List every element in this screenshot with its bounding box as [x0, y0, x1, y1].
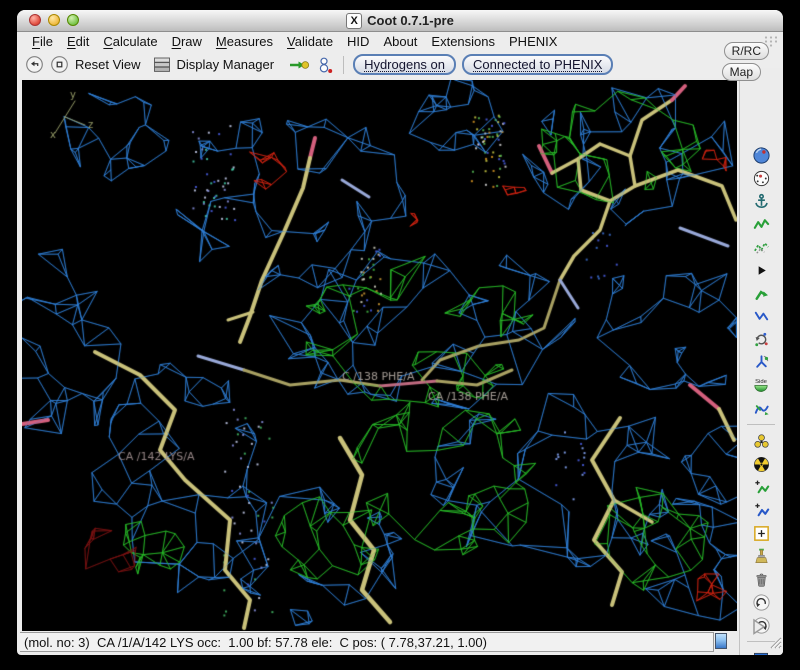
simple-mutate-icon[interactable] [748, 453, 774, 475]
delete-item-icon[interactable] [748, 568, 774, 590]
menu-phenix[interactable]: PHENIX [502, 34, 564, 49]
auto-fit-rotamer-icon[interactable] [748, 236, 774, 258]
recenter-icon[interactable] [50, 55, 69, 74]
statusbar: (mol. no: 3) CA /1/A/142 LYS occ: 1.00 b… [20, 632, 714, 652]
rotate-translate-icon[interactable] [748, 213, 774, 235]
side-chain-flip-icon[interactable]: Side [748, 374, 774, 396]
mutate-autofit-icon[interactable] [748, 430, 774, 452]
menu-measures[interactable]: Measures [209, 34, 280, 49]
display-manager-icon[interactable] [153, 57, 171, 73]
titlebar[interactable]: X Coot 0.7.1-pre [17, 10, 783, 32]
close-button[interactable] [29, 14, 41, 26]
flip-peptide-icon[interactable] [748, 328, 774, 350]
edit-chi-angles-icon[interactable] [748, 282, 774, 304]
menu-about[interactable]: About [376, 34, 424, 49]
menu-hid[interactable]: HID [340, 34, 376, 49]
menubar: FileEditCalculateDrawMeasuresValidateHID… [17, 32, 783, 51]
hydrogens-toggle-button[interactable]: Hydrogens on [353, 54, 456, 75]
toolbar-separator [343, 56, 344, 74]
menu-file[interactable]: File [25, 34, 60, 49]
add-alt-conf-icon[interactable] [748, 499, 774, 521]
model-toolbar-strip: Side [739, 68, 783, 655]
status-blue-widget[interactable] [715, 633, 727, 649]
menu-calculate[interactable]: Calculate [96, 34, 164, 49]
menu-extensions[interactable]: Extensions [424, 34, 502, 49]
toolbar-separator [747, 424, 775, 425]
regularize-zone-icon[interactable] [748, 167, 774, 189]
resize-grip[interactable] [767, 634, 782, 654]
model-toolbar: Side [740, 144, 782, 655]
molecular-viewport[interactable] [22, 80, 737, 631]
reset-view-button[interactable]: Reset View [75, 57, 141, 72]
place-atom-icon[interactable] [748, 522, 774, 544]
add-terminal-residue-icon[interactable] [748, 476, 774, 498]
svg-text:Side: Side [755, 379, 767, 385]
clear-picks-icon[interactable] [748, 545, 774, 567]
menu-validate[interactable]: Validate [280, 34, 340, 49]
menu-draw[interactable]: Draw [165, 34, 209, 49]
zoom-button[interactable] [67, 14, 79, 26]
edit-backbone-torsions-icon[interactable] [748, 397, 774, 419]
rigid-body-fit-icon[interactable] [748, 190, 774, 212]
rotamers-icon[interactable] [748, 259, 774, 281]
map-button[interactable]: Map [722, 63, 761, 81]
phenix-connection-button[interactable]: Connected to PHENIX [462, 54, 613, 75]
coot-window: X Coot 0.7.1-pre FileEditCalculateDrawMe… [17, 10, 783, 655]
torsion-general-icon[interactable] [748, 305, 774, 327]
display-manager-button[interactable]: Display Manager [177, 57, 275, 72]
status-text: (mol. no: 3) CA /1/A/142 LYS occ: 1.00 b… [20, 635, 487, 650]
toolbar: Reset View Display Manager Hydrogens on … [17, 51, 783, 78]
phenix-molecule-icon[interactable] [316, 56, 334, 74]
window-title: X Coot 0.7.1-pre [346, 13, 454, 29]
reset-view-back-icon[interactable] [25, 55, 44, 74]
minimize-button[interactable] [48, 14, 60, 26]
undo-icon[interactable] [748, 591, 774, 613]
rrc-button[interactable]: R/RC [724, 42, 769, 60]
real-space-refine-icon[interactable] [748, 144, 774, 166]
hydrogen-arrow-icon[interactable] [288, 56, 310, 74]
menu-edit[interactable]: Edit [60, 34, 96, 49]
x11-icon: X [346, 13, 362, 29]
cis-trans-convert-icon[interactable] [748, 351, 774, 373]
